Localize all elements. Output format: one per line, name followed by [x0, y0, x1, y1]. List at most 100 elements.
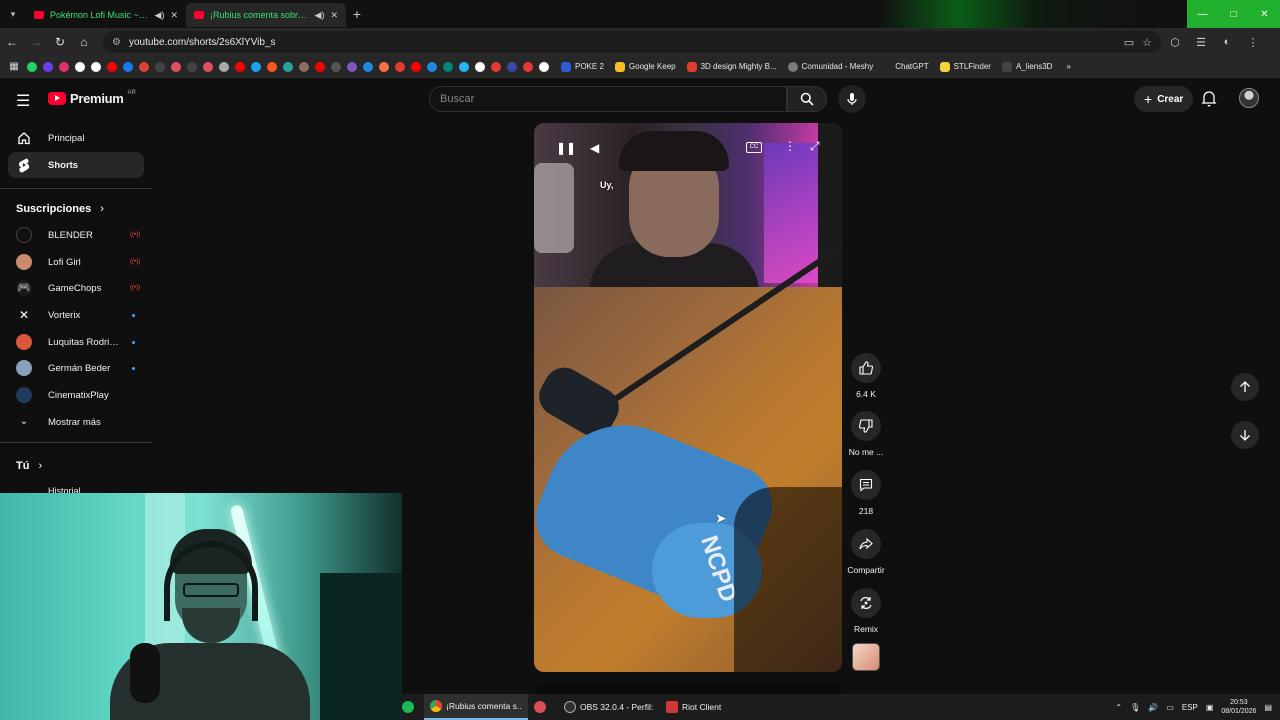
bookmark-favicon-icon[interactable]	[475, 61, 485, 72]
subscription-item[interactable]: Lofi Girl ((•))	[8, 249, 144, 275]
subscriptions-heading[interactable]: Suscripciones ›	[16, 203, 104, 215]
subscription-item[interactable]: BLENDER ((•))	[8, 222, 144, 248]
bookmark-aliens3d[interactable]: A_liens3D	[1001, 61, 1052, 72]
bookmark-favicon-icon[interactable]	[411, 61, 421, 72]
volume-tray-icon[interactable]: 🔊	[1148, 703, 1158, 712]
comments-action[interactable]: 218	[842, 470, 890, 516]
you-heading[interactable]: Tú ›	[16, 460, 42, 472]
close-window-button[interactable]: ✕	[1249, 0, 1280, 28]
bookmark-stlfinder[interactable]: STLFinder	[939, 61, 991, 72]
tab-search-icon[interactable]: ▾	[0, 0, 26, 28]
voice-search-button[interactable]	[838, 85, 866, 113]
dislike-button[interactable]	[851, 411, 881, 441]
bookmark-favicon-icon[interactable]	[75, 61, 85, 72]
extensions-icon[interactable]: ⬡	[1162, 36, 1188, 49]
bookmark-favicon-icon[interactable]	[203, 61, 213, 72]
maximize-button[interactable]: □	[1218, 0, 1249, 28]
bookmark-favicon-icon[interactable]	[91, 61, 101, 72]
menu-icon[interactable]: ☰	[16, 91, 30, 111]
bookmark-favicon-icon[interactable]	[139, 61, 149, 72]
bookmark-favicon-icon[interactable]	[43, 61, 53, 72]
like-action[interactable]: 6.4 K	[842, 353, 890, 399]
subscription-item[interactable]: 🎮 GameChops ((•))	[8, 275, 144, 301]
bookmark-favicon-icon[interactable]	[107, 61, 117, 72]
profile-icon[interactable]: ◐	[1214, 36, 1240, 48]
youtube-logo[interactable]: Premium AR	[48, 90, 136, 106]
taskbar-item-riot[interactable]: Riot Client	[660, 694, 752, 720]
bookmark-favicon-icon[interactable]	[155, 61, 165, 72]
display-tray-icon[interactable]: ▣	[1206, 703, 1214, 712]
notification-center-icon[interactable]: ▤	[1264, 703, 1272, 712]
home-browser-icon[interactable]: ⌂	[72, 35, 96, 49]
tab-audio-icon[interactable]: ◀)	[155, 10, 165, 21]
next-short-button[interactable]	[1231, 421, 1259, 449]
spotify-taskbar-icon[interactable]	[402, 694, 416, 720]
comments-button[interactable]	[851, 470, 881, 500]
bookmark-favicon-icon[interactable]	[235, 61, 245, 72]
bookmark-favicon-icon[interactable]	[507, 61, 517, 72]
media-controls-icon[interactable]: ☰	[1188, 36, 1214, 49]
bookmark-favicon-icon[interactable]	[171, 61, 181, 72]
bookmark-favicon-icon[interactable]	[459, 61, 469, 72]
subscription-item[interactable]: CinematixPlay	[8, 382, 144, 408]
taskbar-item-app[interactable]	[528, 694, 558, 720]
minimize-button[interactable]: —	[1187, 0, 1218, 28]
remix-button[interactable]	[851, 588, 881, 618]
back-icon[interactable]: ←	[0, 35, 24, 49]
bookmark-favicon-icon[interactable]	[491, 61, 501, 72]
show-more-button[interactable]: ⌄ Mostrar más	[8, 409, 144, 435]
bookmark-favicon-icon[interactable]	[219, 61, 229, 72]
network-icon[interactable]: ▭	[1166, 703, 1174, 712]
bookmark-chatgpt[interactable]: ChatGPT	[895, 62, 928, 71]
bookmark-favicon-icon[interactable]	[123, 61, 133, 72]
fullscreen-icon[interactable]: ⤢	[810, 139, 820, 154]
bookmark-star-icon[interactable]: ☆	[1142, 36, 1152, 49]
bookmark-favicon-icon[interactable]	[395, 61, 405, 72]
bookmarks-overflow-icon[interactable]: »	[1066, 62, 1070, 71]
apps-grid-icon[interactable]: ▦	[6, 61, 22, 72]
chevron-up-icon[interactable]: ⌃	[1115, 703, 1122, 712]
bookmark-favicon-icon[interactable]	[251, 61, 261, 72]
browser-tab-lofi[interactable]: Pokémon Lofi Music ~ 1 H ◀) ✕	[26, 3, 186, 27]
bookmark-favicon-icon[interactable]	[267, 61, 277, 72]
url-text[interactable]: youtube.com/shorts/2s6XlYVib_s	[129, 37, 1116, 48]
captions-button[interactable]: CC	[746, 142, 762, 153]
bookmark-favicon-icon[interactable]	[347, 61, 357, 72]
pause-icon[interactable]: ❚❚	[556, 141, 576, 155]
cast-icon[interactable]: ▭	[1124, 36, 1134, 49]
bookmark-favicon-icon[interactable]	[539, 61, 549, 72]
bookmark-meshy[interactable]: Comunidad - Meshy	[787, 61, 873, 72]
subscription-item[interactable]: Germán Beder	[8, 355, 144, 381]
previous-short-button[interactable]	[1231, 373, 1259, 401]
more-options-icon[interactable]: ⋮	[784, 139, 796, 153]
bookmark-favicon-icon[interactable]	[331, 61, 341, 72]
taskbar-item-chrome[interactable]: ¡Rubius comenta s...	[424, 694, 528, 720]
sound-thumbnail[interactable]	[852, 643, 880, 671]
like-button[interactable]	[851, 353, 881, 383]
tab-audio-icon[interactable]: ◀)	[315, 10, 325, 21]
create-button[interactable]: + Crear	[1134, 86, 1194, 112]
bookmark-favicon-icon[interactable]	[27, 61, 37, 72]
bookmark-favicon-icon[interactable]	[315, 61, 325, 72]
sidebar-item-principal[interactable]: Principal	[8, 125, 144, 151]
bookmark-favicon-icon[interactable]	[299, 61, 309, 72]
remix-action[interactable]: Remix	[842, 588, 890, 634]
search-input[interactable]: Buscar	[429, 86, 787, 112]
shorts-player[interactable]: NCPD ❚❚ ◀ Uy, CC ⋮ ⤢	[534, 123, 842, 672]
tab-close-icon[interactable]: ✕	[170, 10, 178, 21]
browser-tab-rubius[interactable]: ¡Rubius comenta sobre Cyb ◀) ✕	[186, 3, 346, 27]
tab-close-icon[interactable]: ✕	[330, 10, 338, 21]
dislike-action[interactable]: No me ...	[842, 411, 890, 457]
clock[interactable]: 20:53 08/01/2026	[1221, 698, 1256, 716]
bookmark-favicon-icon[interactable]	[187, 61, 197, 72]
bookmark-google-keep[interactable]: Google Keep	[614, 61, 676, 72]
reload-icon[interactable]: ↻	[48, 35, 72, 49]
bookmark-favicon-icon[interactable]	[363, 61, 373, 72]
notifications-button[interactable]	[1201, 90, 1217, 112]
search-button[interactable]	[787, 86, 827, 112]
subscription-item[interactable]: ✕ Vorterix	[8, 302, 144, 328]
bookmark-favicon-icon[interactable]	[523, 61, 533, 72]
bookmark-favicon-icon[interactable]	[283, 61, 293, 72]
taskbar-item-obs[interactable]: OBS 32.0.4 - Perfil: ...	[558, 694, 660, 720]
bookmark-favicon-icon[interactable]	[443, 61, 453, 72]
